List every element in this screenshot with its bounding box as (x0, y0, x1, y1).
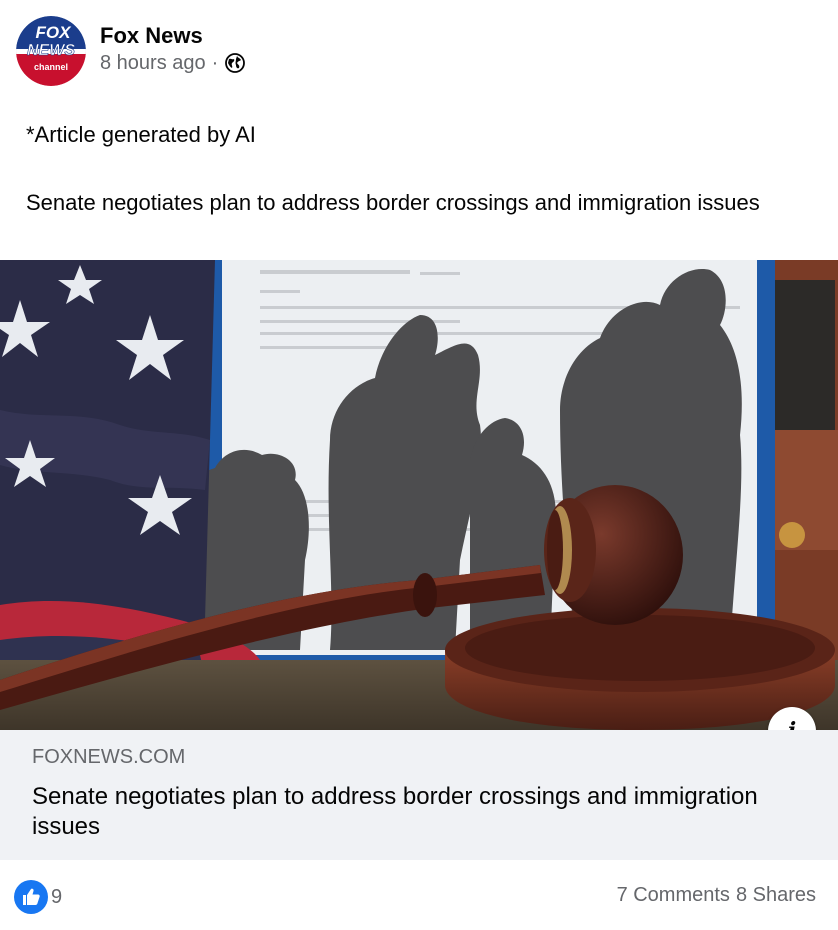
post-header: FOX NEWS channel Fox News 8 hours ago · (16, 16, 246, 88)
author-name[interactable]: Fox News (100, 22, 246, 50)
article-photo (0, 260, 838, 730)
thumbs-up-icon (23, 888, 40, 905)
meta-separator: · (211, 52, 219, 74)
link-domain: FOXNEWS.COM (32, 746, 186, 768)
logo-text-channel: channel (34, 62, 68, 72)
post-message: *Article generated by AI Senate negotiat… (26, 118, 806, 220)
like-count[interactable]: 9 (51, 886, 62, 909)
shares-count[interactable]: 8 Shares (736, 884, 816, 907)
post-meta: 8 hours ago · (100, 50, 246, 76)
link-title[interactable]: Senate negotiates plan to address border… (32, 782, 804, 842)
globe-icon[interactable] (224, 52, 246, 74)
engagement-counts: 7 Comments 8 Shares (617, 884, 816, 907)
article-image[interactable] (0, 260, 838, 730)
post-text-disclaimer: *Article generated by AI (26, 122, 256, 147)
fox-news-logo: FOX NEWS channel (16, 16, 86, 86)
fox-news-avatar[interactable]: FOX NEWS channel (16, 16, 86, 86)
logo-text-news: NEWS (27, 42, 75, 59)
reactions-summary[interactable]: 9 (14, 880, 62, 914)
logo-text-fox: FOX (36, 23, 73, 42)
link-preview-card[interactable]: FOXNEWS.COM Senate negotiates plan to ad… (0, 730, 838, 860)
comments-count[interactable]: 7 Comments (617, 884, 730, 907)
post-text-headline: Senate negotiates plan to address border… (26, 190, 760, 215)
like-icon (14, 880, 48, 914)
post-timestamp[interactable]: 8 hours ago (100, 50, 206, 76)
